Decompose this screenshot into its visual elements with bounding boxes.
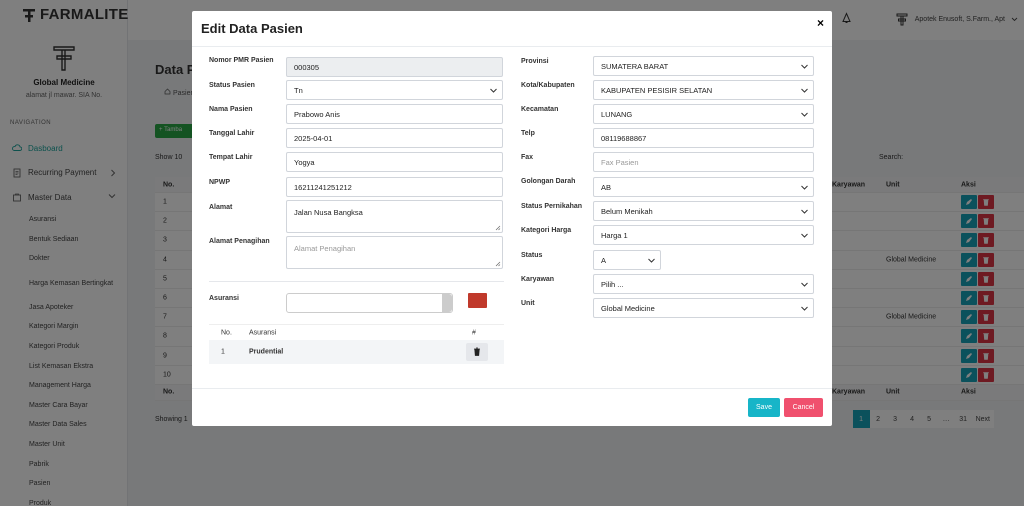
karyawan-select[interactable]: Pilih ...: [593, 274, 814, 294]
label-nama-pasien: Nama Pasien: [209, 106, 253, 113]
fax-field[interactable]: Fax Pasien: [593, 152, 814, 172]
karyawan-value: Pilih ...: [601, 279, 624, 289]
alamat-penagihan-placeholder: Alamat Penagihan: [294, 244, 356, 253]
modal-header: Edit Data Pasien ×: [192, 11, 832, 47]
label-asuransi: Asuransi: [209, 295, 239, 302]
header-no: No.: [221, 329, 232, 336]
resize-handle-icon[interactable]: [495, 225, 501, 231]
chevron-down-icon: [801, 209, 808, 214]
header-hash: #: [472, 329, 476, 336]
unit-select[interactable]: Global Medicine: [593, 298, 814, 318]
save-button[interactable]: Save: [748, 398, 780, 417]
golongan-darah-value: AB: [601, 182, 612, 192]
kecamatan-value: LUNANG: [601, 109, 633, 119]
asuransi-row-no: 1: [221, 348, 225, 356]
status-select[interactable]: A: [593, 250, 661, 270]
alamat-textarea[interactable]: Jalan Nusa Bangksa: [286, 200, 503, 233]
provinsi-select[interactable]: SUMATERA BARAT: [593, 56, 814, 76]
label-fax: Fax: [521, 154, 534, 161]
status-pernikahan-value: Belum Menikah: [601, 206, 653, 216]
chevron-down-icon: [801, 112, 808, 117]
asuransi-row: 1 Prudential: [209, 340, 504, 364]
label-karyawan: Karyawan: [521, 276, 555, 283]
label-tempat-lahir: Tempat Lahir: [209, 154, 253, 161]
label-golongan-darah: Golongan Darah: [521, 178, 576, 185]
label-kategori-harga: Kategori Harga: [521, 227, 572, 234]
status-value: A: [601, 255, 607, 265]
tanggal-lahir-field[interactable]: 2025-04-01: [286, 128, 503, 148]
asuransi-row-name: Prudential: [249, 348, 284, 356]
asuransi-scrollbar[interactable]: [442, 294, 452, 312]
kategori-harga-value: Harga 1: [601, 230, 628, 240]
label-npwp: NPWP: [209, 179, 230, 186]
chevron-down-icon: [801, 282, 808, 287]
label-telp: Telp: [521, 130, 535, 137]
asuransi-table-header: No. Asuransi #: [209, 324, 504, 340]
label-tanggal-lahir: Tanggal Lahir: [209, 130, 255, 137]
unit-value: Global Medicine: [601, 303, 655, 313]
kategori-harga-select[interactable]: Harga 1: [593, 225, 814, 245]
add-asuransi-button[interactable]: [468, 293, 487, 308]
kecamatan-select[interactable]: LUNANG: [593, 104, 814, 124]
provinsi-value: SUMATERA BARAT: [601, 61, 669, 71]
chevron-down-icon: [648, 258, 655, 263]
nama-pasien-field[interactable]: Prabowo Anis: [286, 104, 503, 124]
resize-handle-icon[interactable]: [495, 261, 501, 267]
chevron-down-icon: [801, 185, 808, 190]
label-status-pasien: Status Pasien: [209, 82, 255, 89]
status-pasien-value: Tn: [294, 85, 303, 95]
close-button[interactable]: ×: [817, 16, 824, 30]
label-kecamatan: Kecamatan: [521, 106, 559, 113]
nomor-pmr-field[interactable]: 000305: [286, 57, 503, 77]
npwp-field[interactable]: 16211241251212: [286, 177, 503, 197]
label-nomor-pmr: Nomor PMR Pasien: [209, 57, 274, 64]
edit-pasien-modal: Edit Data Pasien × Nomor PMR Pasien 0003…: [192, 11, 832, 426]
label-status: Status: [521, 252, 543, 259]
modal-title: Edit Data Pasien: [201, 21, 303, 36]
modal-footer: Save Cancel: [192, 388, 832, 426]
trash-icon: [474, 347, 480, 356]
chevron-down-icon: [801, 233, 808, 238]
cancel-button[interactable]: Cancel: [784, 398, 823, 417]
golongan-darah-select[interactable]: AB: [593, 177, 814, 197]
chevron-down-icon: [490, 88, 497, 93]
label-kota: Kota/Kabupaten: [521, 82, 575, 89]
status-pernikahan-select[interactable]: Belum Menikah: [593, 201, 814, 221]
header-asuransi: Asuransi: [249, 329, 277, 336]
asuransi-select[interactable]: [286, 293, 453, 313]
label-unit: Unit: [521, 300, 535, 307]
kota-select[interactable]: KABUPATEN PESISIR SELATAN: [593, 80, 814, 100]
status-pasien-select[interactable]: Tn: [286, 80, 503, 100]
alamat-value: Jalan Nusa Bangksa: [294, 208, 363, 217]
chevron-down-icon: [801, 88, 808, 93]
telp-field[interactable]: 08119688867: [593, 128, 814, 148]
asuransi-table: No. Asuransi # 1 Prudential: [209, 324, 504, 364]
kota-value: KABUPATEN PESISIR SELATAN: [601, 85, 713, 95]
delete-asuransi-button[interactable]: [466, 343, 488, 361]
alamat-penagihan-textarea[interactable]: Alamat Penagihan: [286, 236, 503, 269]
label-provinsi: Provinsi: [521, 58, 549, 65]
divider: [209, 281, 504, 282]
label-alamat: Alamat: [209, 204, 233, 211]
chevron-down-icon: [801, 306, 808, 311]
chevron-down-icon: [801, 64, 808, 69]
tempat-lahir-field[interactable]: Yogya: [286, 152, 503, 172]
label-status-pernikahan: Status Pernikahan: [521, 203, 583, 210]
label-alamat-penagihan: Alamat Penagihan: [209, 238, 270, 245]
